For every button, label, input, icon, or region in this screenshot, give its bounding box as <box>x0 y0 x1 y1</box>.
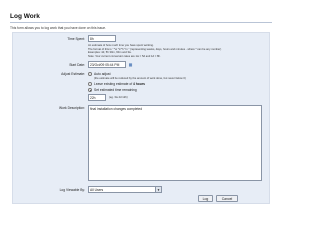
log-viewable-value: All Users <box>90 188 104 192</box>
leave-estimate-value: 4 hours <box>133 82 145 86</box>
cancel-button[interactable]: Cancel <box>216 195 238 202</box>
leave-estimate-radio[interactable] <box>88 82 92 86</box>
remaining-estimate-hint: (eg. 3w 4d 12h) <box>109 96 128 99</box>
auto-adjust-label: Auto adjust <box>94 72 111 76</box>
set-remaining-label: Set estimated time remaining <box>94 88 137 92</box>
adjust-estimate-label: Adjust Estimate: <box>61 72 85 76</box>
start-date-input[interactable]: 23/Oct/09 05:44 PM <box>88 61 126 68</box>
log-viewable-select[interactable]: All Users ▼ <box>88 186 162 193</box>
work-description-textarea[interactable]: final installation changes completed <box>88 105 262 181</box>
auto-adjust-note: (the estimate will be reduced by the amo… <box>94 77 186 80</box>
leave-estimate-label: Leave existing estimate of 4 hours <box>94 82 145 86</box>
title-divider <box>10 22 272 23</box>
log-button[interactable]: Log <box>198 195 213 202</box>
time-spent-input[interactable]: 8h <box>88 35 116 42</box>
auto-adjust-radio[interactable] <box>88 72 92 76</box>
log-work-form: Time Spent: 8h An estimate of how much t… <box>12 32 270 204</box>
work-description-label: Work Description: <box>59 106 85 110</box>
set-remaining-radio[interactable] <box>88 88 92 92</box>
dialog-intro: This form allows you to log work that yo… <box>10 26 107 30</box>
time-spent-label: Time Spent: <box>67 37 85 41</box>
start-date-label: Start Date: <box>69 63 85 67</box>
log-work-dialog: Log Work This form allows you to log wor… <box>10 11 272 219</box>
time-spent-help-4: Note: Your current conversion rates are … <box>88 54 161 58</box>
chevron-down-icon: ▼ <box>155 187 161 192</box>
remaining-estimate-input[interactable]: 22h <box>88 94 106 101</box>
log-viewable-label: Log Viewable By: <box>59 188 85 192</box>
leave-estimate-text: Leave existing estimate of <box>94 82 133 86</box>
calendar-icon[interactable]: ▦ <box>128 62 133 67</box>
